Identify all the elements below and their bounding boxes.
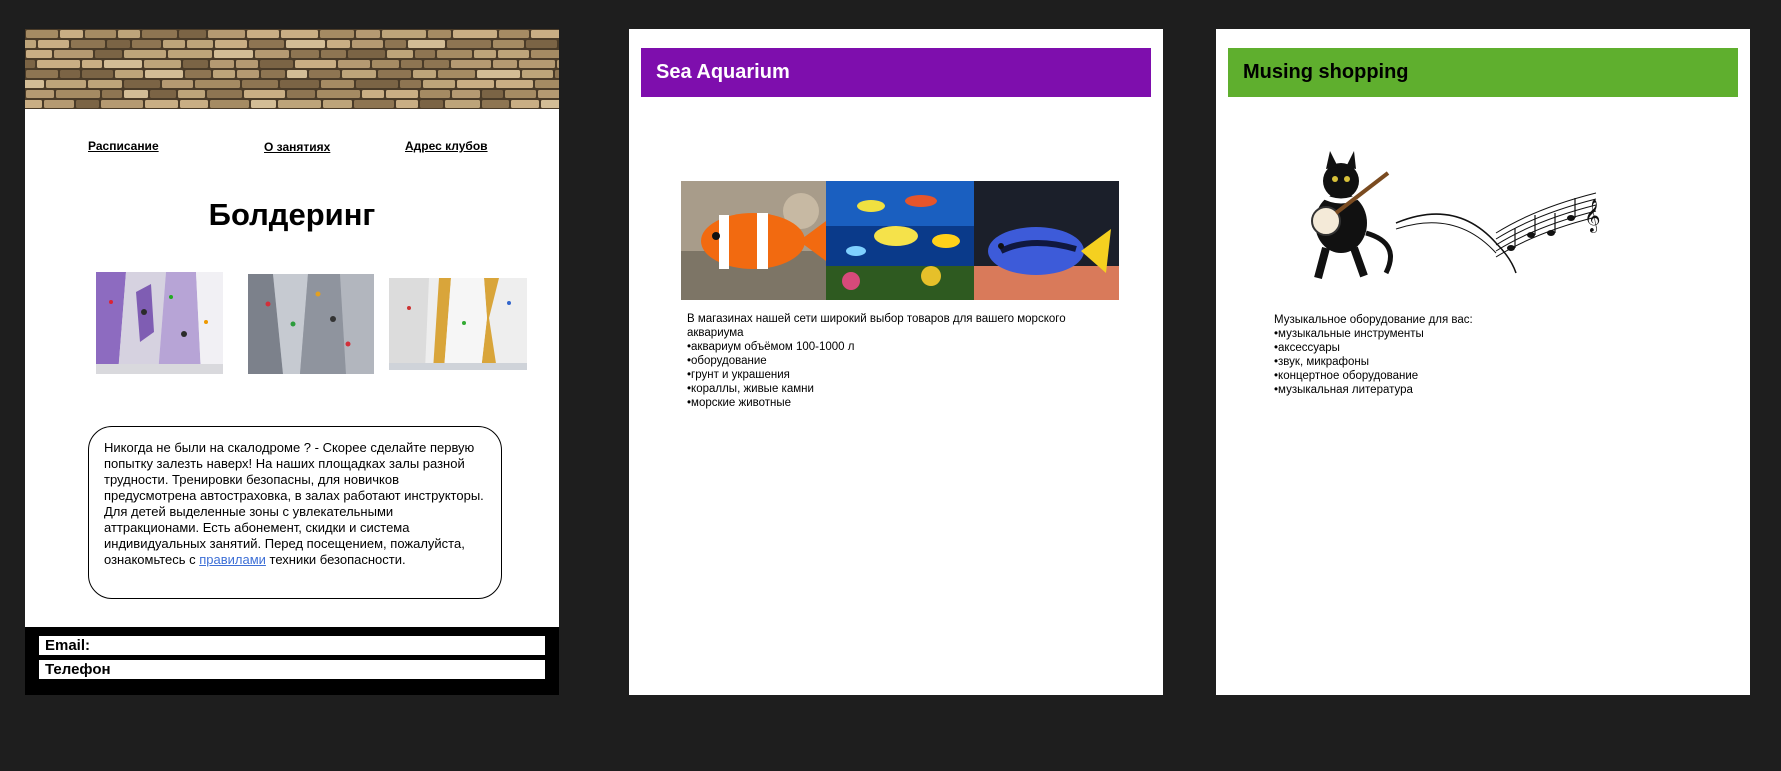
aquarium-banner: Sea Aquarium [641, 48, 1151, 97]
list-item: музыкальная литература [1274, 383, 1634, 397]
climbing-wall-photo-1 [96, 272, 223, 374]
climbing-wall-photo-3 [389, 278, 527, 370]
nav-link-about-classes[interactable]: О занятиях [264, 140, 330, 154]
list-item: кораллы, живые камни [687, 382, 1117, 396]
list-item: музыкальные инструменты [1274, 327, 1634, 341]
aquarium-description: В магазинах нашей сети широкий выбор тов… [687, 312, 1117, 410]
list-item: концертное оборудование [1274, 369, 1634, 383]
page-title: Болдеринг [208, 197, 376, 232]
music-description: Музыкальное оборудование для вас: музыка… [1274, 313, 1634, 397]
list-item: грунт и украшения [687, 368, 1117, 382]
music-intro: Музыкальное оборудование для вас: [1274, 314, 1473, 326]
sea-aquarium-page: Sea Aquarium В магазинах нашей сети широ… [629, 29, 1163, 695]
banjo-cat-music-notes-image: 𝄞 [1311, 151, 1601, 280]
phone-field[interactable]: Телефон [39, 660, 545, 679]
email-field[interactable]: Email: [39, 636, 545, 655]
list-item: морские животные [687, 396, 1117, 410]
safety-rules-link[interactable]: правилами [199, 552, 266, 567]
climbing-wall-photo-2 [248, 274, 374, 374]
list-item: звук, микрафоны [1274, 355, 1634, 369]
list-item: оборудование [687, 354, 1117, 368]
info-text-end: техники безопасности. [265, 552, 406, 567]
contact-footer: Email: Телефон [25, 627, 559, 695]
svg-text:𝄞: 𝄞 [1584, 199, 1601, 233]
list-item: аквариум объёмом 100-1000 л [687, 340, 1117, 354]
nav-link-schedule[interactable]: Расписание [88, 139, 159, 153]
nav-link-club-addresses[interactable]: Адрес клубов [405, 139, 488, 153]
list-item: аксессуары [1274, 341, 1634, 355]
music-banner: Musing shopping [1228, 48, 1738, 97]
bouldering-page: Расписание О занятиях Адрес клубов Болде… [25, 29, 559, 695]
music-shop-page: Musing shopping 𝄞 Музыкальное оборудован… [1216, 29, 1750, 695]
info-text-box: Никогда не были на скалодроме ? - Скорее… [88, 426, 502, 599]
stone-wall-header-image [25, 29, 559, 109]
tropical-fish-image [681, 181, 1119, 300]
aquarium-intro: В магазинах нашей сети широкий выбор тов… [687, 313, 1066, 339]
info-text: Никогда не были на скалодроме ? - Скорее… [104, 440, 484, 567]
